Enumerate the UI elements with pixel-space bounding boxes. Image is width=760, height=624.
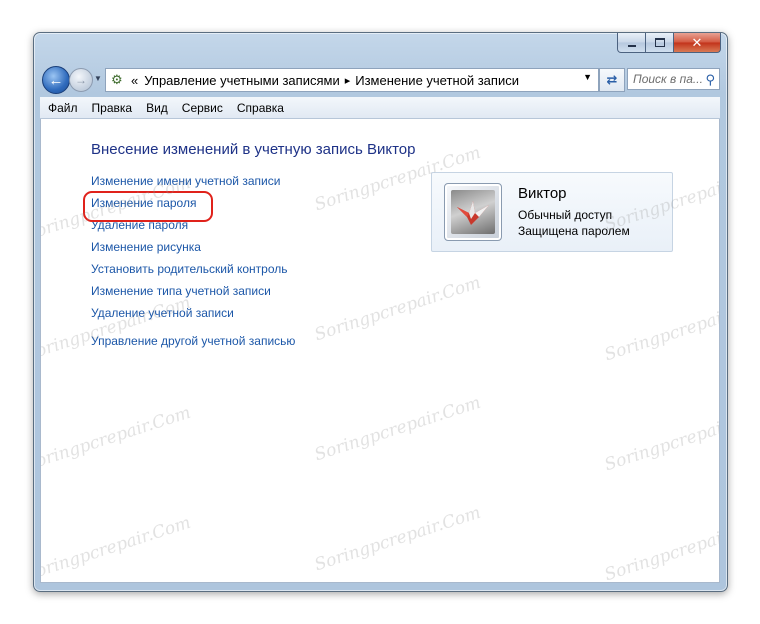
menu-file[interactable]: Файл	[40, 101, 85, 115]
close-button[interactable]: ✕	[674, 33, 721, 53]
forward-button[interactable]: →	[69, 68, 93, 92]
link-manage-another-account[interactable]: Управление другой учетной записью	[91, 334, 295, 348]
menu-help[interactable]: Справка	[230, 101, 291, 115]
menu-view[interactable]: Вид	[139, 101, 175, 115]
user-name: Виктор	[518, 185, 567, 202]
search-input[interactable]: Поиск в па... ⚲	[627, 68, 720, 90]
origami-crane-icon	[451, 190, 495, 234]
back-arrow-icon: ←	[48, 71, 64, 89]
link-parental-controls[interactable]: Установить родительский контроль	[91, 262, 288, 276]
watermark: Soringpcrepair.Com	[40, 292, 194, 366]
link-change-account-type[interactable]: Изменение типа учетной записи	[91, 284, 271, 298]
recent-pages-dropdown[interactable]: ▼	[94, 74, 102, 83]
page-title: Внесение изменений в учетную запись Викт…	[91, 141, 416, 158]
address-prefix[interactable]: «	[131, 73, 138, 88]
watermark: Soringpcrepair.Com	[40, 402, 194, 476]
close-icon: ✕	[691, 35, 703, 50]
address-dropdown-icon[interactable]: ▼	[583, 72, 592, 82]
minimize-button[interactable]	[617, 33, 646, 53]
watermark: Soringpcrepair.Com	[602, 292, 720, 366]
watermark: Soringpcrepair.Com	[602, 512, 720, 583]
link-change-account-name[interactable]: Изменение имени учетной записи	[91, 174, 280, 188]
menu-edit[interactable]: Правка	[85, 101, 140, 115]
navigation-bar: ← → ▼ ⚙ « Управление учетными записями ▸…	[42, 66, 720, 96]
back-button[interactable]: ←	[42, 66, 70, 94]
highlight-outline	[83, 191, 213, 222]
control-panel-icon: ⚙	[111, 72, 123, 87]
explorer-window: ✕ ← → ▼ ⚙ « Управление учетными записями…	[33, 32, 728, 592]
avatar	[444, 183, 502, 241]
breadcrumb-separator[interactable]: ▸	[345, 74, 351, 87]
forward-arrow-icon: →	[75, 73, 87, 87]
refresh-button[interactable]: ⇄	[599, 68, 625, 92]
menu-tools[interactable]: Сервис	[175, 101, 230, 115]
link-delete-account[interactable]: Удаление учетной записи	[91, 306, 234, 320]
watermark: Soringpcrepair.Com	[312, 272, 484, 346]
user-password-status: Защищена паролем	[518, 224, 630, 238]
caption-buttons: ✕	[617, 33, 721, 53]
watermark: Soringpcrepair.Com	[312, 502, 484, 576]
breadcrumb-account-management[interactable]: Управление учетными записями	[144, 73, 339, 88]
watermark: Soringpcrepair.Com	[312, 392, 484, 466]
menu-bar: Файл Правка Вид Сервис Справка	[40, 97, 720, 119]
address-bar[interactable]: ⚙ « Управление учетными записями ▸ Измен…	[105, 68, 599, 92]
search-icon[interactable]: ⚲	[705, 72, 715, 88]
minimize-icon	[627, 44, 636, 47]
user-account-type: Обычный доступ	[518, 208, 613, 222]
user-card: Виктор Обычный доступ Защищена паролем	[431, 172, 673, 252]
content-pane: Внесение изменений в учетную запись Викт…	[40, 119, 720, 583]
link-change-picture[interactable]: Изменение рисунка	[91, 240, 201, 254]
refresh-icon: ⇄	[606, 72, 618, 87]
watermark: Soringpcrepair.Com	[40, 512, 194, 583]
maximize-icon	[654, 38, 665, 47]
search-placeholder: Поиск в па...	[633, 72, 703, 86]
watermark: Soringpcrepair.Com	[602, 402, 720, 476]
maximize-button[interactable]	[646, 33, 674, 53]
breadcrumb-change-account[interactable]: Изменение учетной записи	[355, 73, 519, 88]
